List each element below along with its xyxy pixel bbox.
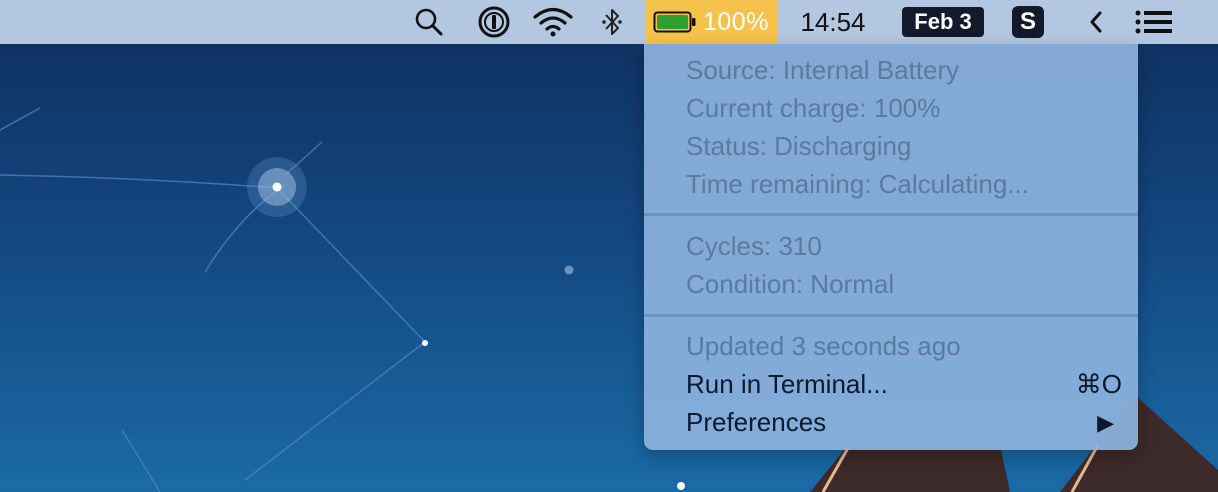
menubar-clock[interactable]: 14:54 [790, 0, 876, 44]
submenu-arrow-icon: ▶ [1097, 410, 1114, 435]
updated-timestamp: Updated 3 seconds ago [686, 331, 961, 361]
1password-icon[interactable] [476, 0, 512, 44]
menu-separator [644, 314, 1138, 317]
battery-source: Source: Internal Battery [686, 55, 960, 85]
run-in-terminal-shortcut: ⌘O [1075, 369, 1122, 399]
menu-bar: 100% 14:54 Feb 3 S [0, 0, 1218, 44]
chevron-left-icon[interactable] [1084, 0, 1108, 44]
wifi-icon[interactable] [530, 0, 576, 44]
battery-condition: Condition: Normal [686, 269, 895, 299]
search-icon[interactable] [410, 0, 448, 44]
battery-status: Status: Discharging [686, 131, 912, 161]
battery-dropdown-menu: Source: Internal Battery Current charge:… [644, 44, 1138, 450]
menu-separator [644, 213, 1138, 216]
battery-status-item[interactable]: 100% [645, 0, 778, 44]
battery-icon [653, 11, 696, 33]
menubar-date[interactable]: Feb 3 [902, 7, 984, 37]
battery-current-charge: Current charge: 100% [686, 93, 941, 123]
battery-time-remaining: Time remaining: Calculating... [686, 169, 1029, 199]
bluetooth-icon[interactable] [598, 0, 626, 44]
s-app-icon[interactable]: S [1012, 6, 1044, 38]
battery-cycles: Cycles: 310 [686, 231, 822, 261]
preferences-item[interactable]: Preferences [686, 407, 826, 437]
run-in-terminal-item[interactable]: Run in Terminal... [686, 369, 888, 399]
list-menu-icon[interactable] [1132, 0, 1176, 44]
battery-percent-label: 100% [703, 7, 769, 36]
